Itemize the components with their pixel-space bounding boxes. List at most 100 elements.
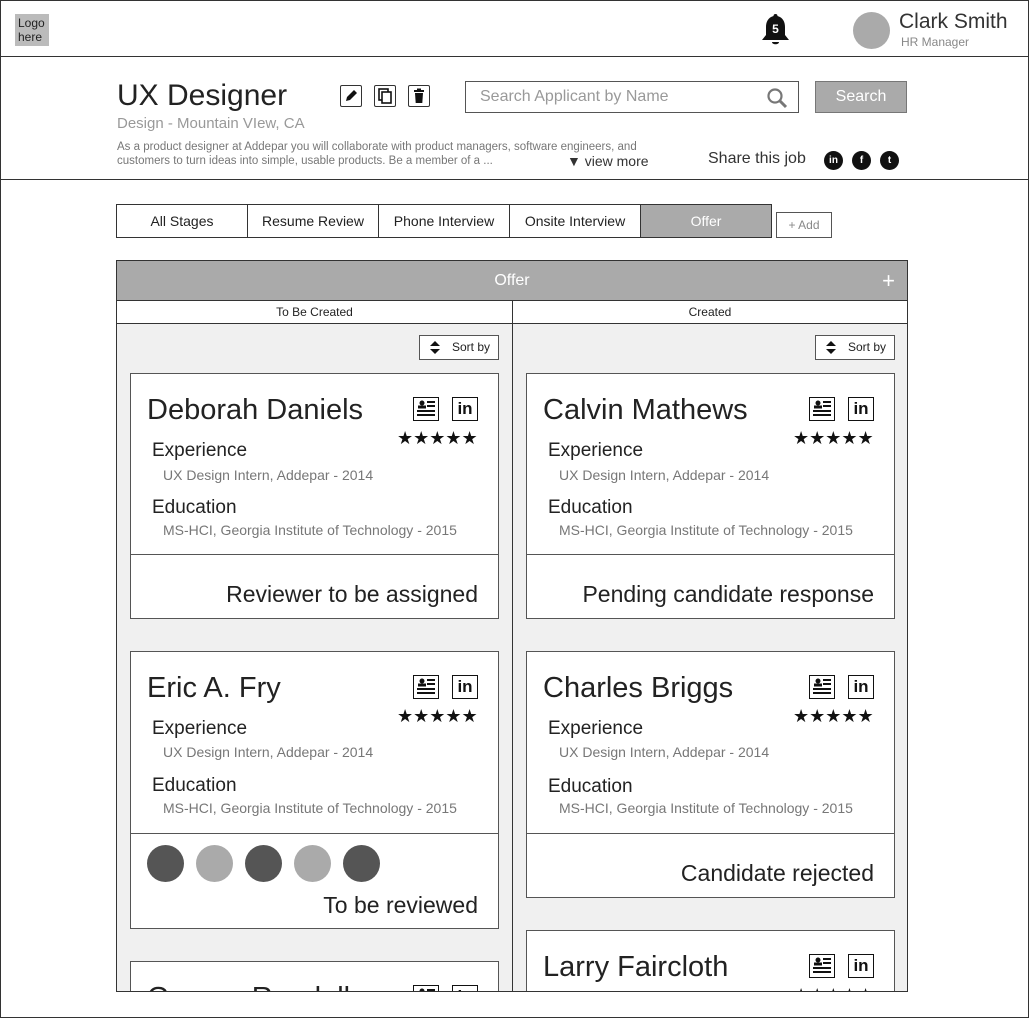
card-status: Reviewer to be assigned (226, 581, 478, 607)
resume-icon[interactable] (413, 675, 439, 699)
tab-offer[interactable]: Offer (640, 204, 772, 238)
reviewer-avatar[interactable] (294, 845, 331, 882)
education-label: Education (152, 497, 237, 518)
education-value: MS-HCI, Georgia Institute of Technology … (559, 522, 853, 538)
tab-phone-interview[interactable]: Phone Interview (378, 204, 510, 238)
candidate-name[interactable]: Deborah Daniels (147, 394, 363, 427)
experience-value: UX Design Intern, Addepar - 2014 (163, 467, 374, 483)
candidate-card[interactable]: Charles Briggs in ★★★★★ Experience UX De… (526, 651, 895, 898)
add-stage-button[interactable]: + Add (776, 212, 832, 238)
experience-value: UX Design Intern, Addepar - 2014 (559, 744, 770, 760)
candidate-card[interactable]: Eric A. Fry in ★★★★★ Experience UX Desig… (130, 651, 499, 929)
experience-label: Experience (548, 718, 644, 739)
linkedin-icon[interactable]: in (452, 675, 478, 699)
education-value: MS-HCI, Georgia Institute of Technology … (163, 522, 457, 538)
rating-stars: ★★★★★ (793, 985, 874, 991)
tab-onsite-interview[interactable]: Onsite Interview (509, 204, 641, 238)
job-title: UX Designer (117, 79, 288, 112)
linkedin-icon[interactable]: in (848, 397, 874, 421)
candidate-name[interactable]: Larry Faircloth (543, 951, 728, 984)
search-box (465, 81, 799, 113)
column-created: Created Sort by Calvin Mathews in ★★★★★ (513, 301, 907, 991)
reviewer-avatar[interactable] (196, 845, 233, 882)
sort-button[interactable]: Sort by (419, 335, 499, 360)
add-column-button[interactable]: + (882, 261, 895, 301)
column-title: Created (513, 301, 907, 324)
search-button[interactable]: Search (815, 81, 907, 113)
education-label: Education (152, 775, 237, 796)
reviewer-avatar[interactable] (147, 845, 184, 882)
card-divider (527, 833, 894, 834)
search-icon[interactable] (766, 87, 788, 109)
view-more-link[interactable]: ▼ view more (567, 153, 649, 169)
candidate-card[interactable]: Calvin Mathews in ★★★★★ Experience UX De… (526, 373, 895, 619)
column-title: To Be Created (117, 301, 512, 324)
resume-icon[interactable] (809, 954, 835, 978)
rating-stars: ★★★★★ (793, 706, 874, 726)
search-input[interactable] (466, 82, 756, 112)
candidate-card[interactable]: Deborah Daniels in ★★★★★ Experience UX D… (130, 373, 499, 619)
tab-all-stages[interactable]: All Stages (116, 204, 248, 238)
job-location: Design - Mountain VIew, CA (117, 115, 305, 132)
avatar[interactable] (853, 12, 890, 49)
pencil-icon (346, 90, 357, 101)
linkedin-icon[interactable]: in (848, 954, 874, 978)
resume-icon[interactable] (413, 985, 439, 992)
resume-icon[interactable] (413, 397, 439, 421)
candidate-card[interactable]: George Rundell in (130, 961, 499, 992)
card-status: To be reviewed (323, 892, 478, 918)
education-label: Education (548, 497, 633, 518)
user-role: HR Manager (901, 35, 970, 49)
notification-bell[interactable]: 5 (759, 12, 792, 48)
education-label: Education (548, 776, 633, 797)
candidate-name[interactable]: Charles Briggs (543, 672, 733, 705)
sort-icon (826, 341, 836, 354)
edit-button[interactable] (340, 85, 362, 107)
logo[interactable]: Logo here (15, 14, 49, 46)
notification-count: 5 (772, 22, 779, 36)
candidate-card[interactable]: Larry Faircloth in ★★★★★ (526, 930, 895, 991)
rating-stars: ★★★★★ (793, 428, 874, 448)
sort-label: Sort by (848, 340, 887, 354)
candidate-name[interactable]: Eric A. Fry (147, 672, 281, 705)
linkedin-icon[interactable]: in (848, 675, 874, 699)
candidate-name[interactable]: Calvin Mathews (543, 394, 748, 427)
offer-board: Offer + To Be Created Sort by Deborah Da… (116, 260, 908, 992)
board-header: Offer + (117, 261, 907, 301)
candidate-name[interactable]: George Rundell (147, 982, 350, 991)
reviewer-avatar[interactable] (343, 845, 380, 882)
twitter-share-icon[interactable]: t (880, 151, 899, 170)
experience-label: Experience (548, 440, 644, 461)
resume-icon[interactable] (809, 397, 835, 421)
column-to-be-created: To Be Created Sort by Deborah Daniels in… (117, 301, 513, 991)
card-divider (131, 554, 498, 555)
copy-icon (378, 88, 392, 104)
app-frame: Logo here 5 Clark Smith HR Manager UX De… (0, 0, 1029, 1018)
education-value: MS-HCI, Georgia Institute of Technology … (163, 800, 457, 816)
stage-tabs: All Stages Resume Review Phone Interview… (116, 204, 772, 238)
rating-stars: ★★★★★ (397, 706, 478, 726)
tab-resume-review[interactable]: Resume Review (247, 204, 379, 238)
experience-value: UX Design Intern, Addepar - 2014 (559, 467, 770, 483)
facebook-share-icon[interactable]: f (852, 151, 871, 170)
sort-icon (430, 341, 440, 354)
job-header: UX Designer Design - Mountain VIew, CA S… (1, 57, 1028, 180)
sort-button[interactable]: Sort by (815, 335, 895, 360)
experience-value: UX Design Intern, Addepar - 2014 (163, 744, 374, 760)
sort-label: Sort by (452, 340, 491, 354)
rating-stars: ★★★★★ (397, 428, 478, 448)
card-status: Pending candidate response (582, 581, 874, 607)
linkedin-icon[interactable]: in (452, 985, 478, 991)
trash-icon (414, 88, 424, 103)
experience-label: Experience (152, 440, 248, 461)
reviewer-avatar[interactable] (245, 845, 282, 882)
linkedin-share-icon[interactable]: in (824, 151, 843, 170)
share-label: Share this job (708, 150, 806, 167)
top-bar: Logo here 5 Clark Smith HR Manager (1, 1, 1028, 57)
user-name[interactable]: Clark Smith (899, 10, 1008, 34)
resume-icon[interactable] (809, 675, 835, 699)
education-value: MS-HCI, Georgia Institute of Technology … (559, 800, 853, 816)
linkedin-icon[interactable]: in (452, 397, 478, 421)
delete-button[interactable] (408, 85, 430, 107)
duplicate-button[interactable] (374, 85, 396, 107)
